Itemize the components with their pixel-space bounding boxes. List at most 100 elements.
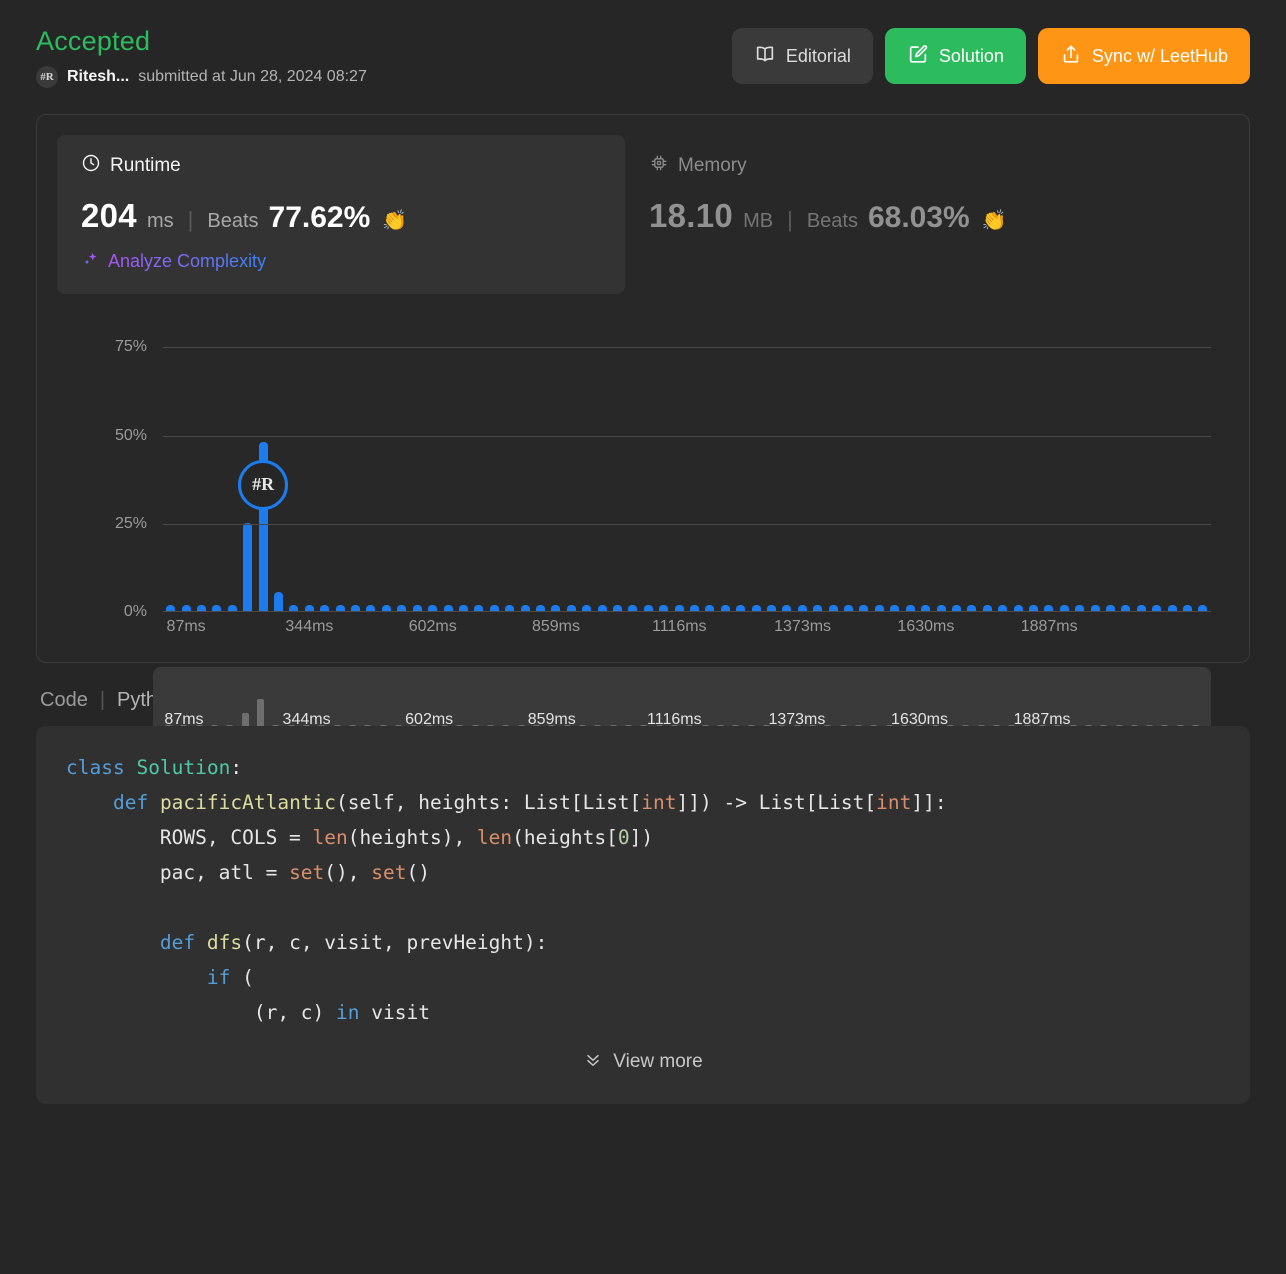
bar-slot[interactable] bbox=[594, 312, 609, 611]
brush-slot bbox=[667, 675, 682, 729]
bar-slot[interactable] bbox=[980, 312, 995, 611]
bar-slot[interactable] bbox=[1103, 312, 1118, 611]
bar-slot[interactable] bbox=[903, 312, 918, 611]
bar-slot[interactable] bbox=[779, 312, 794, 611]
bar-slot[interactable] bbox=[487, 312, 502, 611]
memory-separator: | bbox=[787, 207, 793, 233]
bar-slot[interactable] bbox=[564, 312, 579, 611]
bar-slot[interactable] bbox=[302, 312, 317, 611]
bar-slot[interactable] bbox=[502, 312, 517, 611]
bar-slot[interactable] bbox=[579, 312, 594, 611]
bar-slot[interactable] bbox=[795, 312, 810, 611]
bar-slot[interactable] bbox=[1118, 312, 1133, 611]
book-icon bbox=[754, 43, 776, 70]
bar-slot[interactable] bbox=[748, 312, 763, 611]
bar-slot[interactable] bbox=[348, 312, 363, 611]
bar-slot[interactable] bbox=[933, 312, 948, 611]
bar-slot[interactable] bbox=[995, 312, 1010, 611]
brush-slot bbox=[697, 675, 712, 729]
bar-slot[interactable] bbox=[718, 312, 733, 611]
bar-slot[interactable] bbox=[671, 312, 686, 611]
bar-slot[interactable] bbox=[410, 312, 425, 611]
bar-slot[interactable] bbox=[810, 312, 825, 611]
bar-slot[interactable] bbox=[610, 312, 625, 611]
x-axis-tick: 1373ms bbox=[774, 618, 831, 636]
bar-slot[interactable] bbox=[225, 312, 240, 611]
bar-slot[interactable] bbox=[194, 312, 209, 611]
bar-slot[interactable] bbox=[178, 312, 193, 611]
bar-slot[interactable] bbox=[887, 312, 902, 611]
bar-slot[interactable] bbox=[656, 312, 671, 611]
x-axis-tick: 1116ms bbox=[652, 618, 707, 636]
bar-slot[interactable] bbox=[471, 312, 486, 611]
runtime-values: 204 ms | Beats 77.62% 👏 bbox=[81, 197, 601, 235]
editorial-button[interactable]: Editorial bbox=[732, 28, 873, 84]
brush-slot bbox=[636, 675, 651, 729]
y-axis-tick: 25% bbox=[115, 515, 147, 533]
bar-slot[interactable] bbox=[1026, 312, 1041, 611]
view-more-button[interactable]: View more bbox=[36, 1049, 1250, 1074]
bar-slot[interactable] bbox=[425, 312, 440, 611]
bar-slot[interactable] bbox=[1134, 312, 1149, 611]
chart-bar[interactable] bbox=[274, 592, 283, 611]
bar-slot[interactable] bbox=[286, 312, 301, 611]
bar-slot[interactable] bbox=[1180, 312, 1195, 611]
bar-slot[interactable] bbox=[548, 312, 563, 611]
bar-slot[interactable] bbox=[841, 312, 856, 611]
bar-slot[interactable] bbox=[1041, 312, 1056, 611]
code-label: Code bbox=[40, 689, 88, 712]
gridline bbox=[163, 524, 1211, 525]
brush-slot bbox=[851, 675, 866, 729]
bar-slot[interactable] bbox=[1149, 312, 1164, 611]
username[interactable]: Ritesh... bbox=[67, 68, 129, 86]
brush-slot bbox=[897, 675, 912, 729]
bar-slot[interactable] bbox=[1195, 312, 1210, 611]
bar-slot[interactable] bbox=[332, 312, 347, 611]
bar-slot[interactable] bbox=[1057, 312, 1072, 611]
bar-slot[interactable] bbox=[764, 312, 779, 611]
chart-bar[interactable] bbox=[243, 523, 252, 611]
bar-slot[interactable] bbox=[533, 312, 548, 611]
bar-slot[interactable] bbox=[1010, 312, 1025, 611]
bar-slot[interactable] bbox=[163, 312, 178, 611]
user-position-marker[interactable]: #R bbox=[238, 460, 288, 510]
bar-slot[interactable] bbox=[949, 312, 964, 611]
bar-slot[interactable] bbox=[440, 312, 455, 611]
bar-slot[interactable] bbox=[856, 312, 871, 611]
bar-slot[interactable] bbox=[918, 312, 933, 611]
bar-slot[interactable] bbox=[1087, 312, 1102, 611]
bar-slot[interactable] bbox=[1072, 312, 1087, 611]
bar-slot[interactable] bbox=[687, 312, 702, 611]
avatar: #R bbox=[36, 66, 58, 88]
runtime-stat-panel[interactable]: Runtime 204 ms | Beats 77.62% 👏 Analyze … bbox=[57, 135, 625, 294]
memory-stat-panel[interactable]: Memory 18.10 MB | Beats 68.03% 👏 bbox=[625, 135, 1193, 294]
bar-slot[interactable] bbox=[825, 312, 840, 611]
memory-unit: MB bbox=[743, 210, 773, 233]
brush-slot bbox=[284, 675, 299, 729]
x-axis-tick: 344ms bbox=[285, 618, 333, 636]
memory-beats-value: 68.03% bbox=[868, 201, 970, 235]
bar-slot[interactable] bbox=[872, 312, 887, 611]
bar-slot[interactable] bbox=[702, 312, 717, 611]
memory-value: 18.10 bbox=[649, 197, 733, 235]
bar-slot[interactable] bbox=[209, 312, 224, 611]
bar-slot[interactable] bbox=[625, 312, 640, 611]
editorial-button-label: Editorial bbox=[786, 46, 851, 67]
bar-slot[interactable] bbox=[379, 312, 394, 611]
bar-slot[interactable] bbox=[394, 312, 409, 611]
bar-slot[interactable] bbox=[517, 312, 532, 611]
brush-slot bbox=[238, 675, 253, 729]
solution-button[interactable]: Solution bbox=[885, 28, 1026, 84]
bar-slot[interactable] bbox=[317, 312, 332, 611]
bar-slot[interactable] bbox=[641, 312, 656, 611]
sync-leethub-button[interactable]: Sync w/ LeetHub bbox=[1038, 28, 1250, 84]
bar-slot[interactable] bbox=[456, 312, 471, 611]
brush-slot bbox=[468, 675, 483, 729]
bar-slot[interactable] bbox=[733, 312, 748, 611]
bar-slot[interactable] bbox=[1164, 312, 1179, 611]
bar-slot[interactable] bbox=[964, 312, 979, 611]
analyze-complexity-link[interactable]: Analyze Complexity bbox=[81, 249, 266, 274]
brush-slot bbox=[1035, 675, 1050, 729]
distribution-chart: 0%25%50%75% #R 87ms344ms602ms859ms1116ms… bbox=[57, 312, 1229, 642]
bar-slot[interactable] bbox=[363, 312, 378, 611]
